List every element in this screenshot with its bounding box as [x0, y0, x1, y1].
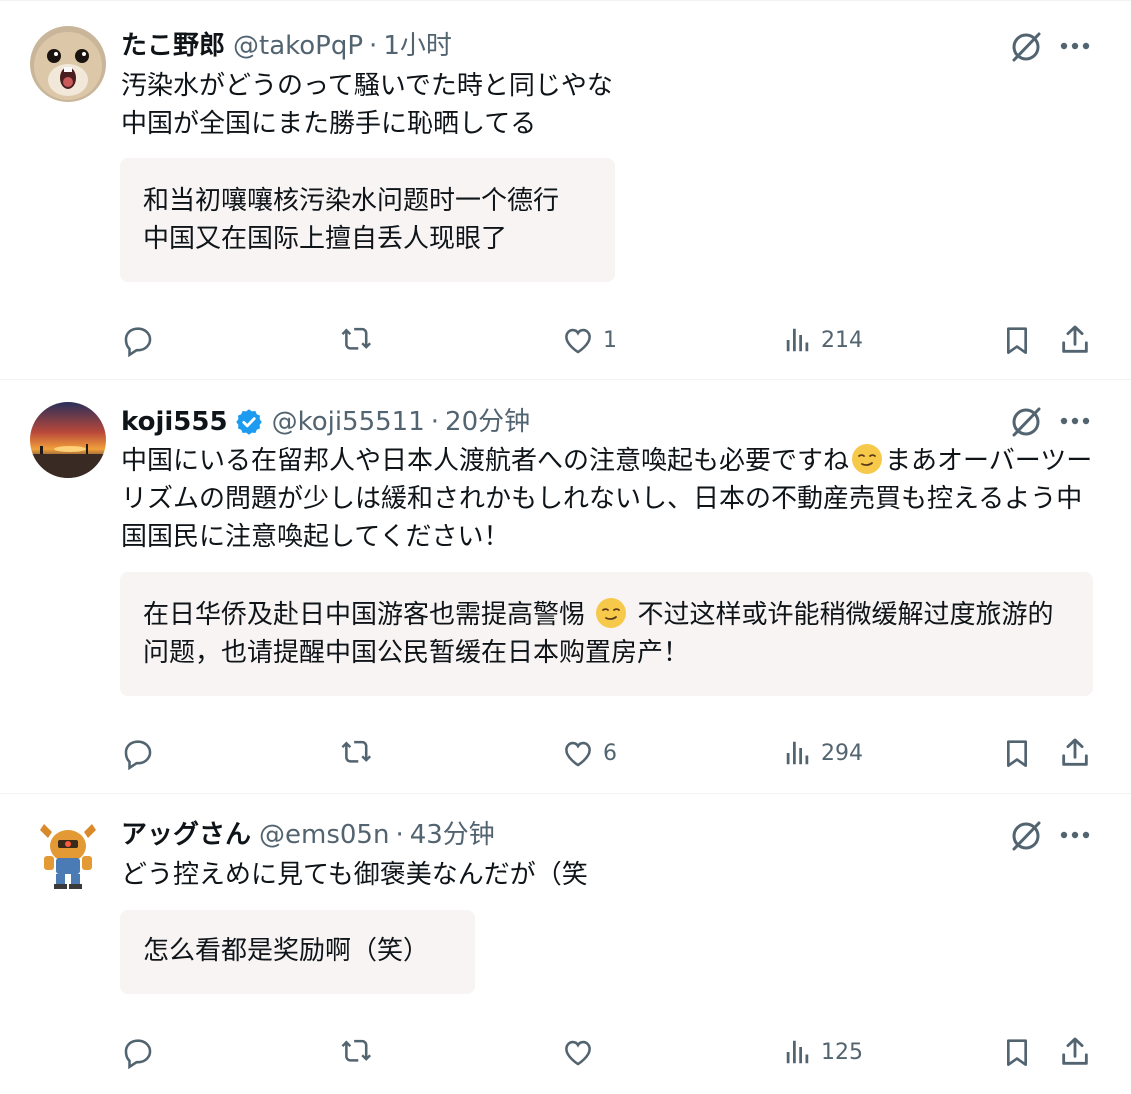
reply-button[interactable] [121, 1030, 163, 1074]
separator: · [430, 407, 440, 437]
smirk-emoji-icon [595, 597, 627, 629]
separator: · [369, 31, 378, 61]
views-icon [786, 741, 809, 765]
author-name[interactable]: koji555 [121, 405, 228, 439]
bookmark-icon [1007, 1039, 1027, 1066]
translation-box: 怎么看都是奖励啊（笑） [120, 910, 475, 994]
share-button[interactable] [1058, 1030, 1092, 1074]
share-icon [1062, 325, 1088, 353]
post-actions: 125 [0, 1030, 1131, 1074]
bookmark-button[interactable] [1001, 731, 1033, 775]
avatar[interactable] [30, 816, 106, 892]
views-icon [786, 328, 809, 352]
reply-icon [124, 740, 152, 770]
share-button[interactable] [1058, 731, 1092, 775]
like-button[interactable] [561, 1030, 603, 1074]
views-button[interactable]: 125 [783, 1030, 863, 1074]
robot-avatar-icon [30, 816, 106, 892]
views-icon [786, 1040, 809, 1064]
repost-icon [341, 740, 372, 763]
author-handle[interactable]: @koji55511 [272, 405, 425, 439]
grok-icon[interactable] [1008, 818, 1044, 854]
reply-button[interactable] [121, 731, 163, 775]
share-icon [1062, 1037, 1088, 1065]
author-handle[interactable]: @ems05n [259, 818, 389, 852]
repost-button[interactable] [339, 1030, 383, 1074]
views-button[interactable]: 294 [783, 731, 863, 775]
author-handle[interactable]: @takoPqP [233, 29, 363, 63]
share-button[interactable] [1058, 318, 1092, 362]
timestamp[interactable]: 20分钟 [445, 405, 530, 439]
grok-icon[interactable] [1008, 29, 1044, 65]
author-name[interactable]: たこ野郎 [121, 29, 225, 63]
heart-icon [565, 1040, 591, 1066]
bookmark-icon [1007, 740, 1027, 767]
separator: · [395, 820, 404, 850]
grok-icon[interactable] [1008, 404, 1044, 440]
post-actions: 1 214 [0, 318, 1131, 362]
smirk-emoji-icon [851, 443, 883, 475]
reply-icon [124, 1039, 152, 1069]
timestamp[interactable]: 43分钟 [410, 818, 495, 852]
repost-button[interactable] [339, 318, 383, 362]
post-text: どう控えめに見ても御褒美なんだが（笑 [121, 860, 588, 890]
share-icon [1062, 738, 1088, 766]
avatar[interactable] [30, 26, 106, 102]
post-header: koji555 @koji55511 · 20分钟 [121, 405, 530, 439]
post-header: アッグさん @ems05n · 43分钟 [121, 818, 495, 852]
verified-badge-icon [234, 407, 264, 437]
more-options-icon[interactable] [1058, 31, 1092, 61]
repost-icon [341, 327, 372, 350]
sunset-avatar-icon [30, 402, 106, 478]
post-header: たこ野郎 @takoPqP · 1小时 [121, 29, 452, 63]
post-1[interactable]: たこ野郎 @takoPqP · 1小时 汚染水がどうのって騒いでた時と同じやな … [0, 0, 1131, 380]
heart-icon [565, 741, 591, 767]
post-text: 中国にいる在留邦人や日本人渡航者への注意喚起も必要ですね まあオーバーツーリズムの… [121, 442, 1093, 556]
reply-icon [124, 327, 152, 357]
post-3[interactable]: アッグさん @ems05n · 43分钟 どう控えめに見ても御褒美なんだが（笑 … [0, 794, 1131, 1094]
timestamp[interactable]: 1小时 [383, 29, 452, 63]
views-button[interactable]: 214 [783, 318, 863, 362]
translation-box: 在日华侨及赴日中国游客也需提高警惕 不过这样或许能稍微缓解过度旅游的问题，也请提… [120, 572, 1093, 696]
reply-button[interactable] [121, 318, 163, 362]
more-options-icon[interactable] [1058, 406, 1092, 436]
bookmark-button[interactable] [1001, 1030, 1033, 1074]
post-2[interactable]: koji555 @koji55511 · 20分钟 中国にいる在留邦人や日本人渡… [0, 380, 1131, 794]
translation-box: 和当初嚷嚷核污染水问题时一个德行 中国又在国际上擅自丢人现眼了 [120, 158, 615, 282]
bookmark-button[interactable] [1001, 318, 1033, 362]
hamster-avatar-icon [30, 26, 106, 102]
like-button[interactable]: 6 [561, 731, 617, 775]
repost-icon [341, 1039, 372, 1062]
author-name[interactable]: アッグさん [121, 818, 251, 852]
post-actions: 6 294 [0, 731, 1131, 775]
post-text: 汚染水がどうのって騒いでた時と同じやな 中国が全国にまた勝手に恥晒してる [121, 71, 613, 139]
avatar[interactable] [30, 402, 106, 478]
like-button[interactable]: 1 [561, 318, 617, 362]
repost-button[interactable] [339, 731, 383, 775]
more-options-icon[interactable] [1058, 820, 1092, 850]
bookmark-icon [1007, 327, 1027, 354]
heart-icon [565, 328, 591, 354]
